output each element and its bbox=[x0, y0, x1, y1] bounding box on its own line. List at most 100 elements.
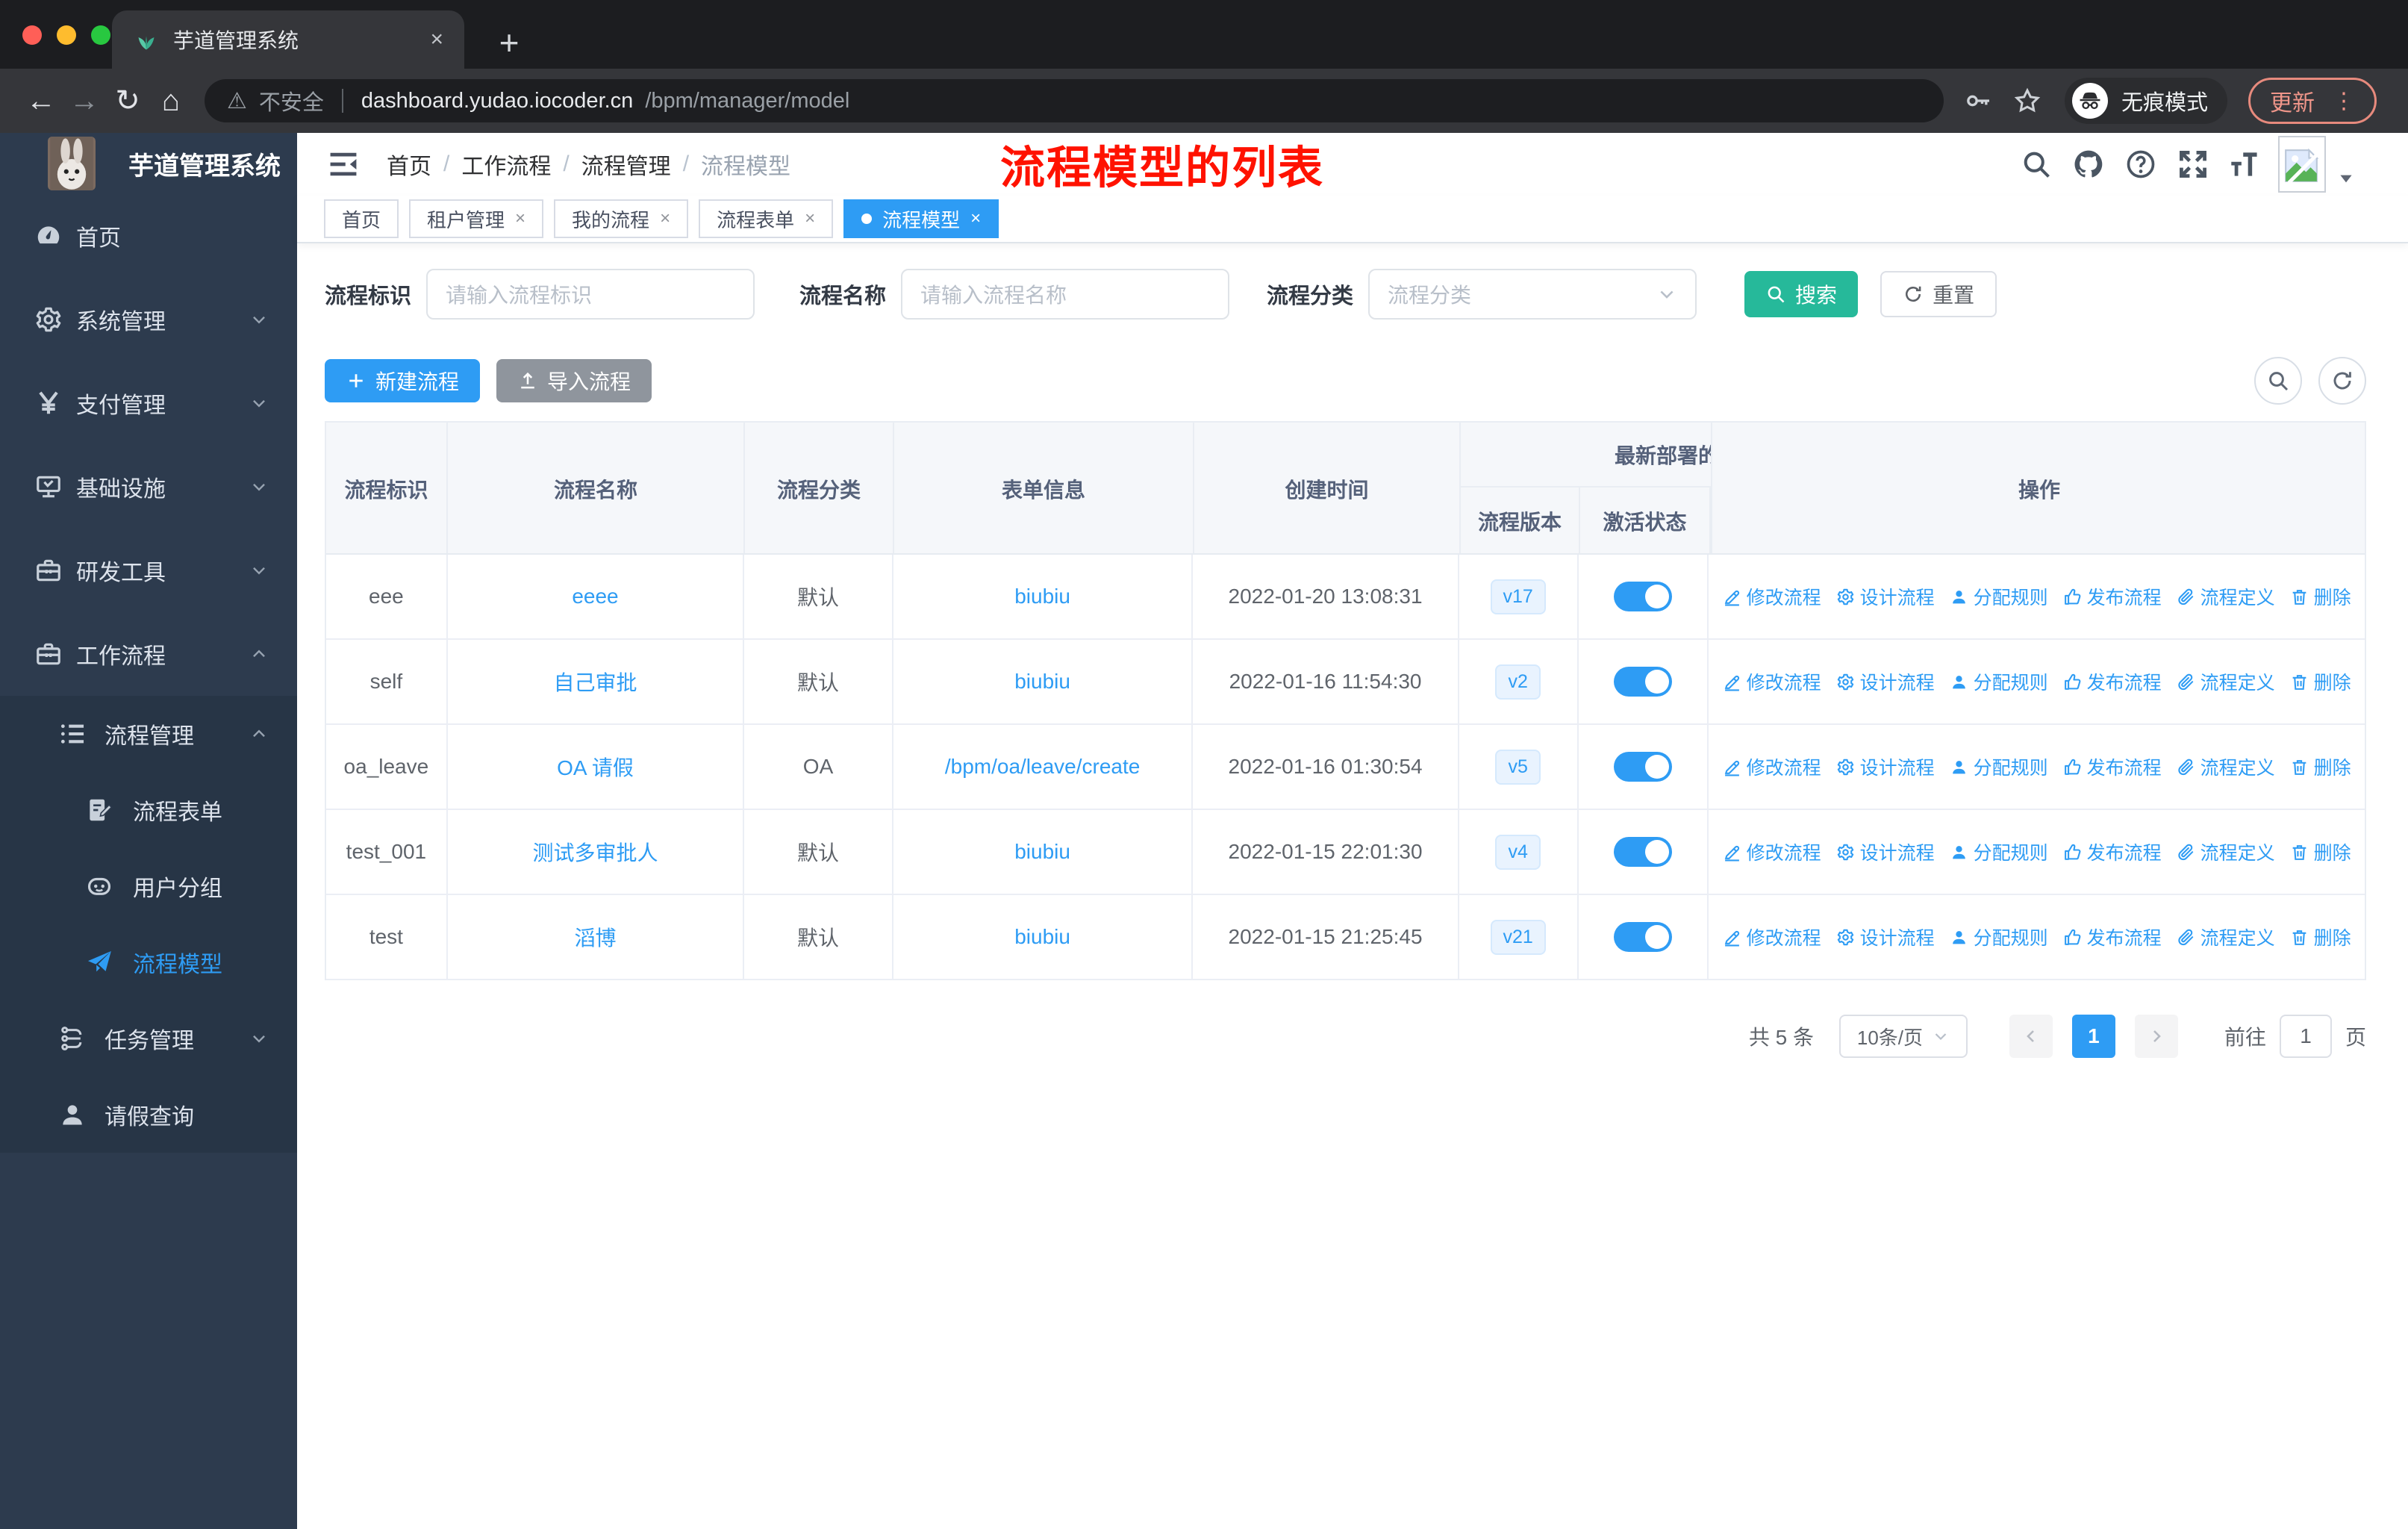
form-info-link[interactable]: /bpm/oa/leave/create bbox=[893, 725, 1194, 809]
reset-button[interactable]: 重置 bbox=[1880, 271, 1997, 317]
update-button[interactable]: 更新 ⋮ bbox=[2248, 78, 2377, 124]
action-删除[interactable]: 删除 bbox=[2290, 924, 2351, 950]
model-name-link[interactable]: OA 请假 bbox=[448, 725, 745, 809]
next-page-button[interactable] bbox=[2134, 1015, 2178, 1058]
sidebar-item-流程模型[interactable]: 流程模型 bbox=[0, 924, 297, 1000]
action-发布流程[interactable]: 发布流程 bbox=[2063, 583, 2162, 610]
github-icon[interactable] bbox=[2072, 148, 2105, 181]
active-toggle[interactable] bbox=[1613, 922, 1672, 952]
current-page-button[interactable]: 1 bbox=[2071, 1015, 2115, 1058]
breadcrumb-item[interactable]: 工作流程 bbox=[461, 148, 551, 181]
action-流程定义[interactable]: 流程定义 bbox=[2177, 668, 2275, 695]
active-toggle[interactable] bbox=[1613, 582, 1672, 611]
action-修改流程[interactable]: 修改流程 bbox=[1723, 583, 1821, 610]
tag-首页[interactable]: 首页 bbox=[324, 199, 399, 238]
reload-button[interactable]: ↻ bbox=[106, 84, 149, 118]
model-name-link[interactable]: 自己审批 bbox=[448, 640, 745, 723]
breadcrumb-item[interactable]: 首页 bbox=[387, 148, 431, 181]
forward-button[interactable]: → bbox=[63, 84, 106, 118]
tab-close-icon[interactable]: × bbox=[430, 27, 443, 52]
show-search-button[interactable] bbox=[2254, 357, 2302, 405]
form-info-link[interactable]: biubiu bbox=[893, 810, 1194, 894]
new-tab-button[interactable]: + bbox=[487, 22, 531, 63]
import-model-button[interactable]: 导入流程 bbox=[496, 359, 652, 402]
maximize-window-button[interactable] bbox=[91, 25, 110, 45]
home-button[interactable]: ⌂ bbox=[149, 84, 193, 118]
action-设计流程[interactable]: 设计流程 bbox=[1836, 753, 1935, 780]
sidebar-item-系统管理[interactable]: 系统管理 bbox=[0, 278, 297, 361]
action-删除[interactable]: 删除 bbox=[2290, 753, 2351, 780]
sidebar-logo[interactable]: 芋道管理系统 bbox=[0, 133, 297, 194]
key-input[interactable]: 请输入流程标识 bbox=[426, 269, 755, 320]
tag-close-icon[interactable]: × bbox=[805, 208, 815, 229]
tag-close-icon[interactable]: × bbox=[970, 208, 981, 229]
action-设计流程[interactable]: 设计流程 bbox=[1836, 924, 1935, 950]
refresh-table-button[interactable] bbox=[2318, 357, 2366, 405]
breadcrumb-item[interactable]: 流程管理 bbox=[581, 148, 671, 181]
key-icon[interactable] bbox=[1963, 86, 1993, 116]
action-修改流程[interactable]: 修改流程 bbox=[1723, 668, 1821, 695]
model-name-link[interactable]: eeee bbox=[448, 555, 745, 638]
action-删除[interactable]: 删除 bbox=[2290, 838, 2351, 865]
name-input[interactable]: 请输入流程名称 bbox=[901, 269, 1230, 320]
sidebar-item-首页[interactable]: 首页 bbox=[0, 194, 297, 278]
action-分配规则[interactable]: 分配规则 bbox=[1950, 838, 2048, 865]
browser-menu-icon[interactable]: ⋮ bbox=[2333, 88, 2355, 114]
search-button[interactable]: 搜索 bbox=[1744, 271, 1859, 317]
sidebar-item-研发工具[interactable]: 研发工具 bbox=[0, 529, 297, 612]
sidebar-item-工作流程[interactable]: 工作流程 bbox=[0, 612, 297, 696]
action-删除[interactable]: 删除 bbox=[2290, 668, 2351, 695]
action-流程定义[interactable]: 流程定义 bbox=[2177, 924, 2275, 950]
action-分配规则[interactable]: 分配规则 bbox=[1950, 753, 2048, 780]
category-select[interactable]: 流程分类 bbox=[1368, 269, 1697, 320]
font-size-icon[interactable] bbox=[2229, 148, 2262, 181]
help-icon[interactable] bbox=[2124, 148, 2157, 181]
tag-流程表单[interactable]: 流程表单 × bbox=[699, 199, 834, 238]
minimize-window-button[interactable] bbox=[57, 25, 76, 45]
sidebar-item-流程表单[interactable]: 流程表单 bbox=[0, 772, 297, 848]
active-toggle[interactable] bbox=[1613, 752, 1672, 782]
goto-page-input[interactable]: 1 bbox=[2279, 1015, 2332, 1058]
action-发布流程[interactable]: 发布流程 bbox=[2063, 924, 2162, 950]
hamburger-collapse-icon[interactable] bbox=[327, 148, 360, 181]
page-size-select[interactable]: 10条/页 bbox=[1838, 1015, 1968, 1058]
tag-close-icon[interactable]: × bbox=[515, 208, 525, 229]
action-流程定义[interactable]: 流程定义 bbox=[2177, 838, 2275, 865]
action-分配规则[interactable]: 分配规则 bbox=[1950, 668, 2048, 695]
action-分配规则[interactable]: 分配规则 bbox=[1950, 583, 2048, 610]
back-button[interactable]: ← bbox=[19, 84, 63, 118]
form-info-link[interactable]: biubiu bbox=[893, 895, 1194, 979]
action-流程定义[interactable]: 流程定义 bbox=[2177, 583, 2275, 610]
sidebar-item-支付管理[interactable]: 支付管理 bbox=[0, 361, 297, 445]
sidebar-item-请假查询[interactable]: 请假查询 bbox=[0, 1077, 297, 1153]
prev-page-button[interactable] bbox=[2009, 1015, 2053, 1058]
action-发布流程[interactable]: 发布流程 bbox=[2063, 753, 2162, 780]
sidebar-item-任务管理[interactable]: 任务管理 bbox=[0, 1000, 297, 1077]
action-发布流程[interactable]: 发布流程 bbox=[2063, 668, 2162, 695]
model-name-link[interactable]: 测试多审批人 bbox=[448, 810, 745, 894]
action-设计流程[interactable]: 设计流程 bbox=[1836, 838, 1935, 865]
browser-tab[interactable]: 芋道管理系统 × bbox=[112, 10, 464, 69]
action-流程定义[interactable]: 流程定义 bbox=[2177, 753, 2275, 780]
model-name-link[interactable]: 滔博 bbox=[448, 895, 745, 979]
action-分配规则[interactable]: 分配规则 bbox=[1950, 924, 2048, 950]
sidebar-item-用户分组[interactable]: 用户分组 bbox=[0, 848, 297, 924]
url-bar[interactable]: ⚠ 不安全 dashboard.yudao.iocoder.cn/bpm/man… bbox=[205, 79, 1944, 122]
action-修改流程[interactable]: 修改流程 bbox=[1723, 753, 1821, 780]
search-icon[interactable] bbox=[2020, 148, 2053, 181]
action-删除[interactable]: 删除 bbox=[2290, 583, 2351, 610]
sidebar-item-基础设施[interactable]: 基础设施 bbox=[0, 445, 297, 529]
close-window-button[interactable] bbox=[22, 25, 42, 45]
create-model-button[interactable]: 新建流程 bbox=[325, 359, 481, 402]
window-controls[interactable] bbox=[22, 25, 110, 45]
user-menu[interactable] bbox=[2278, 136, 2356, 193]
sidebar-item-流程管理[interactable]: 流程管理 bbox=[0, 696, 297, 772]
action-设计流程[interactable]: 设计流程 bbox=[1836, 668, 1935, 695]
active-toggle[interactable] bbox=[1613, 667, 1672, 697]
action-设计流程[interactable]: 设计流程 bbox=[1836, 583, 1935, 610]
bookmark-star-icon[interactable] bbox=[2012, 86, 2042, 116]
fullscreen-icon[interactable] bbox=[2177, 148, 2209, 181]
tag-租户管理[interactable]: 租户管理 × bbox=[409, 199, 544, 238]
form-info-link[interactable]: biubiu bbox=[893, 555, 1194, 638]
avatar[interactable] bbox=[2278, 136, 2326, 193]
